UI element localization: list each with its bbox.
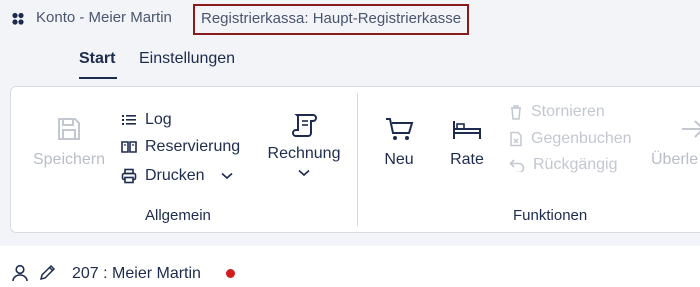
title-bar: Konto - Meier Martin Registrierkassa: Ha… bbox=[0, 0, 700, 38]
pencil-icon[interactable] bbox=[38, 264, 56, 282]
ribbon-tabs: Start Einstellungen bbox=[0, 44, 700, 80]
rechnung-button[interactable]: Rechnung bbox=[263, 111, 345, 177]
neu-label: Neu bbox=[384, 151, 414, 168]
list-icon bbox=[122, 115, 136, 125]
rechnung-label: Rechnung bbox=[267, 145, 341, 162]
log-label: Log bbox=[145, 111, 172, 128]
arrow-right-icon bbox=[682, 120, 700, 138]
account-status-bar: 207 : Meier Martin bbox=[0, 246, 700, 287]
gegenbuchen-label: Gegenbuchen bbox=[531, 130, 632, 147]
undo-icon bbox=[509, 159, 525, 172]
chevron-down-icon[interactable] bbox=[221, 172, 233, 180]
scroll-icon bbox=[292, 114, 317, 137]
save-button[interactable]: Speichern bbox=[29, 115, 109, 169]
tab-einstellungen[interactable]: Einstellungen bbox=[139, 50, 235, 68]
gegenbuchen-button[interactable]: Gegenbuchen bbox=[509, 128, 632, 150]
log-button[interactable]: Log bbox=[121, 109, 172, 131]
save-icon bbox=[58, 118, 80, 140]
ueberleiten-button[interactable]: Überle bbox=[651, 115, 700, 169]
group-separator bbox=[357, 93, 358, 226]
print-button[interactable]: Drucken bbox=[121, 165, 233, 187]
rate-label: Rate bbox=[450, 151, 484, 168]
ribbon: Speichern Log Reservierung Drucken Rechn… bbox=[10, 86, 700, 233]
context-title: Registrierkassa: Haupt-Registrierkasse bbox=[193, 4, 470, 35]
document-icon bbox=[510, 131, 522, 147]
reservierung-button[interactable]: Reservierung bbox=[121, 136, 240, 158]
chevron-down-icon bbox=[298, 169, 310, 177]
neu-button[interactable]: Neu bbox=[377, 115, 421, 169]
cart-icon bbox=[386, 118, 414, 140]
app-icon bbox=[12, 12, 24, 25]
stornieren-button[interactable]: Stornieren bbox=[509, 101, 605, 123]
tab-start[interactable]: Start bbox=[79, 50, 115, 68]
account-name: 207 : Meier Martin bbox=[72, 265, 201, 282]
ueberleiten-label: Überle bbox=[651, 151, 699, 168]
stornieren-label: Stornieren bbox=[531, 103, 605, 120]
bed-icon bbox=[453, 121, 481, 139]
rate-button[interactable]: Rate bbox=[445, 115, 489, 169]
active-tab-indicator bbox=[79, 77, 117, 79]
status-dot bbox=[226, 269, 235, 278]
rueckgaengig-label: Rückgängig bbox=[533, 156, 618, 173]
reservierung-label: Reservierung bbox=[145, 138, 241, 155]
print-label: Drucken bbox=[145, 167, 205, 184]
group-label-allgemein: Allgemein bbox=[145, 207, 211, 224]
group-label-funktionen: Funktionen bbox=[513, 207, 588, 224]
rueckgaengig-button[interactable]: Rückgängig bbox=[509, 154, 618, 176]
user-icon[interactable] bbox=[11, 264, 29, 282]
window-title: Konto - Meier Martin bbox=[36, 9, 172, 26]
save-label: Speichern bbox=[32, 151, 106, 168]
book-icon bbox=[121, 141, 137, 153]
trash-icon bbox=[511, 105, 521, 120]
printer-icon bbox=[121, 168, 137, 184]
